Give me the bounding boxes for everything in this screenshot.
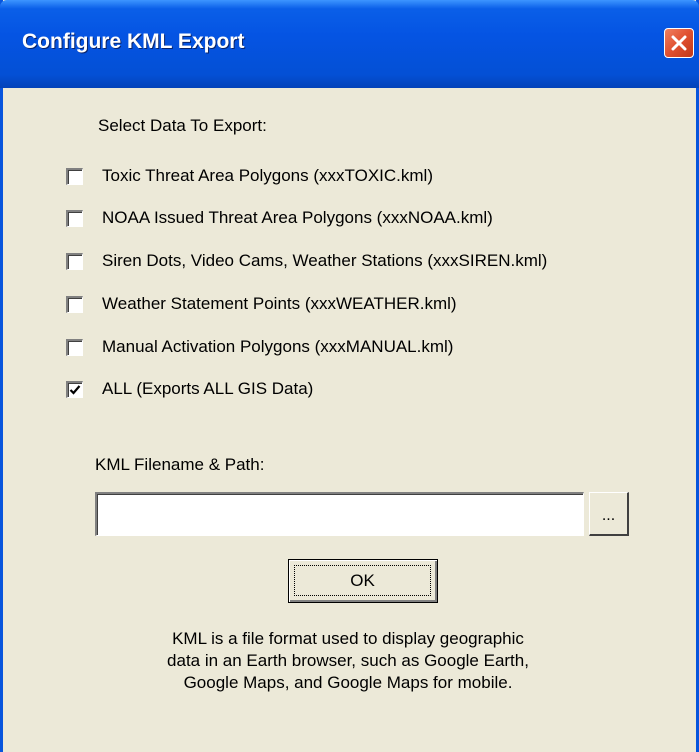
info-line: Google Maps, and Google Maps for mobile. bbox=[183, 673, 513, 692]
checkmark-icon bbox=[69, 385, 81, 395]
option-weather-label: Weather Statement Points (xxxWEATHER.kml… bbox=[102, 294, 457, 313]
option-all-label: ALL (Exports ALL GIS Data) bbox=[102, 379, 314, 398]
ok-button-label: OK bbox=[294, 565, 431, 596]
title-bar[interactable]: Configure KML Export bbox=[0, 0, 699, 88]
dialog-window: Configure KML Export Select Data To Expo… bbox=[0, 0, 699, 752]
option-toxic-label: Toxic Threat Area Polygons (xxxTOXIC.kml… bbox=[102, 166, 433, 185]
info-line: data in an Earth browser, such as Google… bbox=[167, 651, 529, 670]
option-siren-label: Siren Dots, Video Cams, Weather Stations… bbox=[102, 251, 548, 270]
checkbox-siren[interactable] bbox=[66, 253, 83, 270]
close-icon bbox=[671, 35, 687, 51]
close-button[interactable] bbox=[664, 28, 694, 58]
checkbox-toxic[interactable] bbox=[66, 168, 83, 185]
select-data-label: Select Data To Export: bbox=[98, 116, 267, 135]
checkbox-manual[interactable] bbox=[66, 339, 83, 356]
filename-input[interactable] bbox=[95, 492, 584, 536]
option-manual-label: Manual Activation Polygons (xxxMANUAL.km… bbox=[102, 337, 454, 356]
checkbox-weather[interactable] bbox=[66, 296, 83, 313]
filename-label: KML Filename & Path: bbox=[95, 455, 265, 474]
info-text: KML is a file format used to display geo… bbox=[113, 628, 583, 694]
ok-button[interactable]: OK bbox=[288, 559, 438, 603]
option-noaa-label: NOAA Issued Threat Area Polygons (xxxNOA… bbox=[102, 208, 493, 227]
checkbox-noaa[interactable] bbox=[66, 210, 83, 227]
checkbox-all[interactable] bbox=[66, 381, 83, 398]
info-line: KML is a file format used to display geo… bbox=[172, 629, 524, 648]
browse-button[interactable]: ... bbox=[589, 492, 629, 536]
window-title: Configure KML Export bbox=[22, 30, 245, 53]
